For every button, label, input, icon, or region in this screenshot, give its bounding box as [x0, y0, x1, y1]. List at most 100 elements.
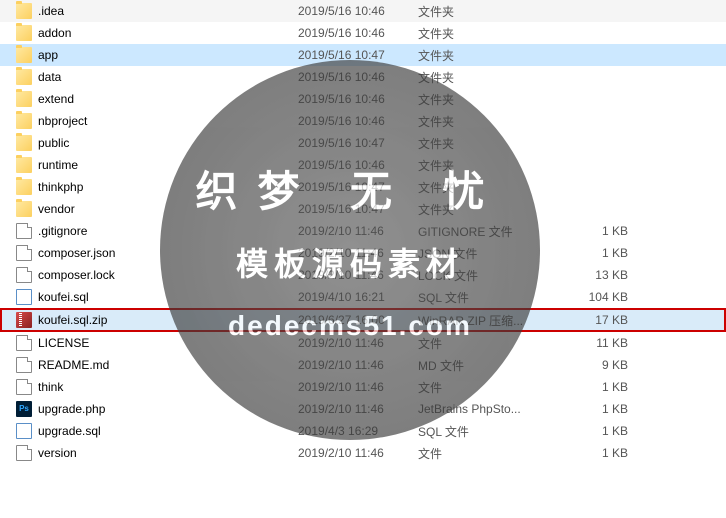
file-row[interactable]: think2019/2/10 11:46文件1 KB	[0, 376, 726, 398]
file-date: 2019/4/3 16:29	[298, 424, 418, 438]
file-size: 1 KB	[568, 380, 638, 394]
sql-icon	[16, 423, 32, 439]
php-icon: Ps	[16, 401, 32, 417]
file-date: 2019/5/16 10:46	[298, 4, 418, 18]
file-icon	[16, 335, 32, 351]
file-list: .idea2019/5/16 10:46文件夹addon2019/5/16 10…	[0, 0, 726, 464]
folder-icon	[16, 201, 32, 217]
file-date: 2019/5/16 10:47	[298, 136, 418, 150]
file-date: 2019/2/10 11:46	[298, 380, 418, 394]
file-date: 2019/4/10 16:21	[298, 290, 418, 304]
file-date: 2019/2/10 11:46	[298, 268, 418, 282]
file-size: 9 KB	[568, 358, 638, 372]
file-name: think	[38, 380, 298, 394]
file-date: 2019/2/10 11:46	[298, 224, 418, 238]
file-type: 文件夹	[418, 201, 568, 218]
file-type: 文件	[418, 379, 568, 396]
file-row[interactable]: koufei.sql.zip2019/6/27 16:00WinRAR ZIP …	[0, 308, 726, 332]
file-row[interactable]: version2019/2/10 11:46文件1 KB	[0, 442, 726, 464]
file-size: 104 KB	[568, 290, 638, 304]
file-type: GITIGNORE 文件	[418, 223, 568, 240]
file-name: nbproject	[38, 114, 298, 128]
file-type: 文件夹	[418, 135, 568, 152]
file-date: 2019/5/16 10:46	[298, 114, 418, 128]
file-row[interactable]: runtime2019/5/16 10:46文件夹	[0, 154, 726, 176]
file-type: WinRAR ZIP 压缩...	[418, 312, 568, 329]
file-row[interactable]: Psupgrade.php2019/2/10 11:46JetBrains Ph…	[0, 398, 726, 420]
folder-icon	[16, 47, 32, 63]
file-name: thinkphp	[38, 180, 298, 194]
file-type: SQL 文件	[418, 423, 568, 440]
file-type: JetBrains PhpSto...	[418, 402, 568, 416]
file-icon	[16, 357, 32, 373]
file-type: 文件夹	[418, 3, 568, 20]
file-name: vendor	[38, 202, 298, 216]
file-name: .gitignore	[38, 224, 298, 238]
file-date: 2019/2/10 11:46	[298, 246, 418, 260]
file-type: 文件夹	[418, 69, 568, 86]
file-row[interactable]: .idea2019/5/16 10:46文件夹	[0, 0, 726, 22]
folder-icon	[16, 91, 32, 107]
file-date: 2019/2/10 11:46	[298, 336, 418, 350]
file-row[interactable]: composer.json2019/2/10 11:46JSON 文件1 KB	[0, 242, 726, 264]
file-name: koufei.sql	[38, 290, 298, 304]
file-type: 文件夹	[418, 91, 568, 108]
file-name: composer.json	[38, 246, 298, 260]
file-type: 文件夹	[418, 113, 568, 130]
folder-icon	[16, 25, 32, 41]
file-name: data	[38, 70, 298, 84]
file-size: 1 KB	[568, 402, 638, 416]
file-name: LICENSE	[38, 336, 298, 350]
file-name: version	[38, 446, 298, 460]
sql-icon	[16, 289, 32, 305]
file-type: 文件夹	[418, 179, 568, 196]
archive-icon	[16, 312, 32, 328]
folder-icon	[16, 3, 32, 19]
file-name: runtime	[38, 158, 298, 172]
file-icon	[16, 445, 32, 461]
file-date: 2019/5/16 10:46	[298, 70, 418, 84]
file-date: 2019/5/16 10:46	[298, 92, 418, 106]
file-name: upgrade.sql	[38, 424, 298, 438]
file-name: app	[38, 48, 298, 62]
file-date: 2019/5/16 10:46	[298, 26, 418, 40]
file-row[interactable]: public2019/5/16 10:47文件夹	[0, 132, 726, 154]
file-date: 2019/5/16 10:46	[298, 158, 418, 172]
file-row[interactable]: addon2019/5/16 10:46文件夹	[0, 22, 726, 44]
file-row[interactable]: upgrade.sql2019/4/3 16:29SQL 文件1 KB	[0, 420, 726, 442]
file-icon	[16, 223, 32, 239]
file-date: 2019/6/27 16:00	[298, 313, 418, 327]
file-type: 文件夹	[418, 47, 568, 64]
file-row[interactable]: vendor2019/5/16 10:47文件夹	[0, 198, 726, 220]
file-row[interactable]: thinkphp2019/5/16 10:47文件夹	[0, 176, 726, 198]
file-type: JSON 文件	[418, 245, 568, 262]
file-row[interactable]: data2019/5/16 10:46文件夹	[0, 66, 726, 88]
file-name: .idea	[38, 4, 298, 18]
file-size: 17 KB	[568, 313, 638, 327]
file-row[interactable]: app2019/5/16 10:47文件夹	[0, 44, 726, 66]
file-name: extend	[38, 92, 298, 106]
file-row[interactable]: LICENSE2019/2/10 11:46文件11 KB	[0, 332, 726, 354]
file-type: MD 文件	[418, 357, 568, 374]
file-row[interactable]: README.md2019/2/10 11:46MD 文件9 KB	[0, 354, 726, 376]
file-size: 1 KB	[568, 446, 638, 460]
file-size: 1 KB	[568, 246, 638, 260]
file-row[interactable]: composer.lock2019/2/10 11:46LOCK 文件13 KB	[0, 264, 726, 286]
file-row[interactable]: koufei.sql2019/4/10 16:21SQL 文件104 KB	[0, 286, 726, 308]
folder-icon	[16, 135, 32, 151]
file-type: 文件夹	[418, 157, 568, 174]
file-row[interactable]: nbproject2019/5/16 10:46文件夹	[0, 110, 726, 132]
file-date: 2019/5/16 10:47	[298, 48, 418, 62]
file-icon	[16, 245, 32, 261]
file-size: 11 KB	[568, 336, 638, 350]
folder-icon	[16, 179, 32, 195]
file-type: 文件夹	[418, 25, 568, 42]
file-name: composer.lock	[38, 268, 298, 282]
file-date: 2019/5/16 10:47	[298, 202, 418, 216]
file-date: 2019/2/10 11:46	[298, 402, 418, 416]
file-type: SQL 文件	[418, 289, 568, 306]
file-row[interactable]: .gitignore2019/2/10 11:46GITIGNORE 文件1 K…	[0, 220, 726, 242]
file-row[interactable]: extend2019/5/16 10:46文件夹	[0, 88, 726, 110]
file-date: 2019/5/16 10:47	[298, 180, 418, 194]
file-name: README.md	[38, 358, 298, 372]
